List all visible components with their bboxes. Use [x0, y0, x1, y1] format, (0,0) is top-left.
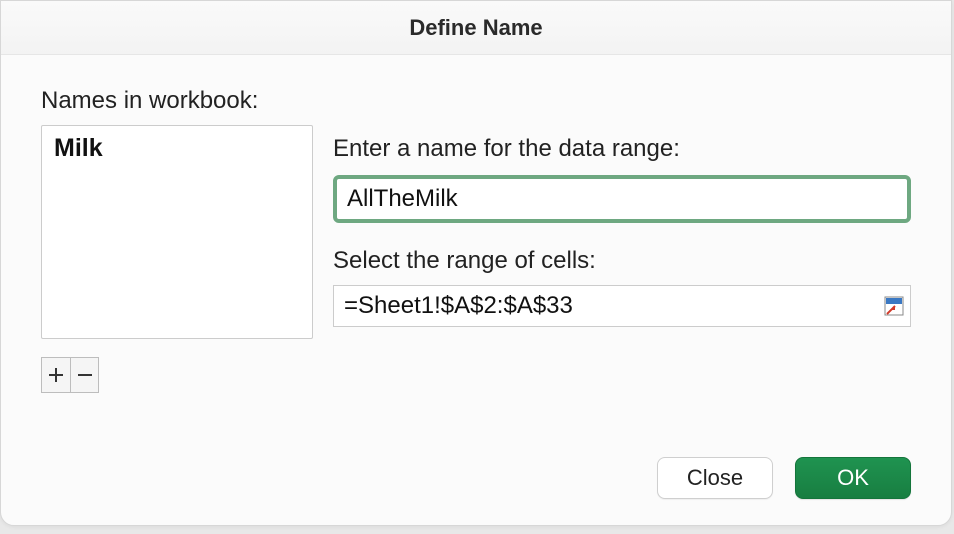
name-input[interactable]: [337, 179, 907, 219]
define-name-dialog: Define Name Names in workbook: Milk Ente…: [0, 0, 952, 526]
range-field-label: Select the range of cells:: [333, 247, 911, 275]
list-item[interactable]: Milk: [54, 132, 300, 165]
range-picker-button[interactable]: [876, 286, 910, 326]
names-panel: Names in workbook: Milk: [41, 87, 313, 393]
close-button[interactable]: Close: [657, 457, 773, 499]
minus-icon: [77, 367, 93, 383]
range-section: Select the range of cells:: [333, 247, 911, 327]
name-field-label: Enter a name for the data range:: [333, 135, 911, 163]
ok-button[interactable]: OK: [795, 457, 911, 499]
range-input[interactable]: [334, 286, 876, 326]
name-input-wrap: [333, 175, 911, 223]
plus-icon: [48, 367, 64, 383]
details-panel: Enter a name for the data range: Select …: [333, 135, 911, 327]
range-row: [333, 285, 911, 327]
add-name-button[interactable]: [42, 358, 70, 392]
dialog-content: Names in workbook: Milk Enter a name for…: [1, 55, 951, 525]
range-picker-icon: [884, 296, 904, 316]
dialog-footer: Close OK: [657, 457, 911, 499]
remove-name-button[interactable]: [70, 358, 98, 392]
names-list[interactable]: Milk: [41, 125, 313, 339]
names-label: Names in workbook:: [41, 87, 313, 115]
add-remove-group: [41, 357, 99, 393]
dialog-title: Define Name: [1, 1, 951, 55]
